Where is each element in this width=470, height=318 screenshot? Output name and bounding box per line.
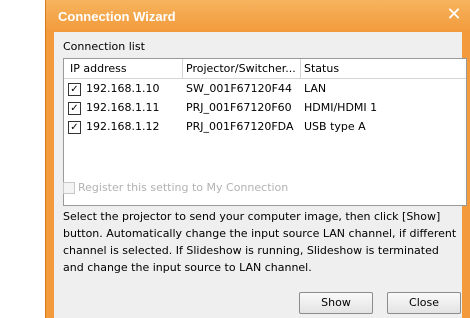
row-checkbox[interactable]: ✓ (68, 102, 81, 115)
table-row[interactable]: ✓ 192.168.1.12 PRJ_001F67120FDA USB type… (64, 118, 466, 136)
ip-address-cell: 192.168.1.10 (86, 82, 160, 95)
status-cell: USB type A (304, 120, 366, 133)
title-bar[interactable]: Connection Wizard ✕ (46, 0, 470, 32)
connection-list-label: Connection list (63, 40, 145, 53)
device-cell: PRJ_001F67120FDA (186, 120, 294, 133)
device-cell: SW_001F67120F44 (186, 82, 292, 95)
register-checkbox[interactable] (63, 182, 75, 194)
dialog-body: Connection list IP address Projector/Swi… (54, 32, 467, 318)
column-projector-switcher[interactable]: Projector/Switcher... (186, 61, 296, 77)
status-cell: HDMI/HDMI 1 (304, 101, 378, 114)
ip-address-cell: 192.168.1.11 (86, 101, 160, 114)
ip-address-cell: 192.168.1.12 (86, 120, 160, 133)
status-cell: LAN (304, 82, 327, 95)
close-button[interactable]: Close (387, 292, 461, 314)
register-checkbox-label: Register this setting to My Connection (78, 181, 289, 194)
instructions-text: Select the projector to send your comput… (63, 210, 457, 274)
column-ip-address[interactable]: IP address (70, 61, 127, 77)
show-button[interactable]: Show (299, 292, 373, 314)
connection-wizard-dialog: Connection Wizard ✕ Connection list IP a… (45, 0, 470, 318)
column-status[interactable]: Status (304, 61, 339, 77)
dialog-title: Connection Wizard (58, 9, 176, 24)
list-header: IP address Projector/Switcher... Status (64, 59, 466, 79)
close-icon[interactable]: ✕ (443, 5, 465, 25)
column-divider[interactable] (182, 59, 183, 78)
column-divider[interactable] (300, 59, 301, 78)
table-row[interactable]: ✓ 192.168.1.10 SW_001F67120F44 LAN (64, 80, 466, 98)
table-row[interactable]: ✓ 192.168.1.11 PRJ_001F67120F60 HDMI/HDM… (64, 99, 466, 117)
row-checkbox[interactable]: ✓ (68, 83, 81, 96)
row-checkbox[interactable]: ✓ (68, 121, 81, 134)
device-cell: PRJ_001F67120F60 (186, 101, 292, 114)
